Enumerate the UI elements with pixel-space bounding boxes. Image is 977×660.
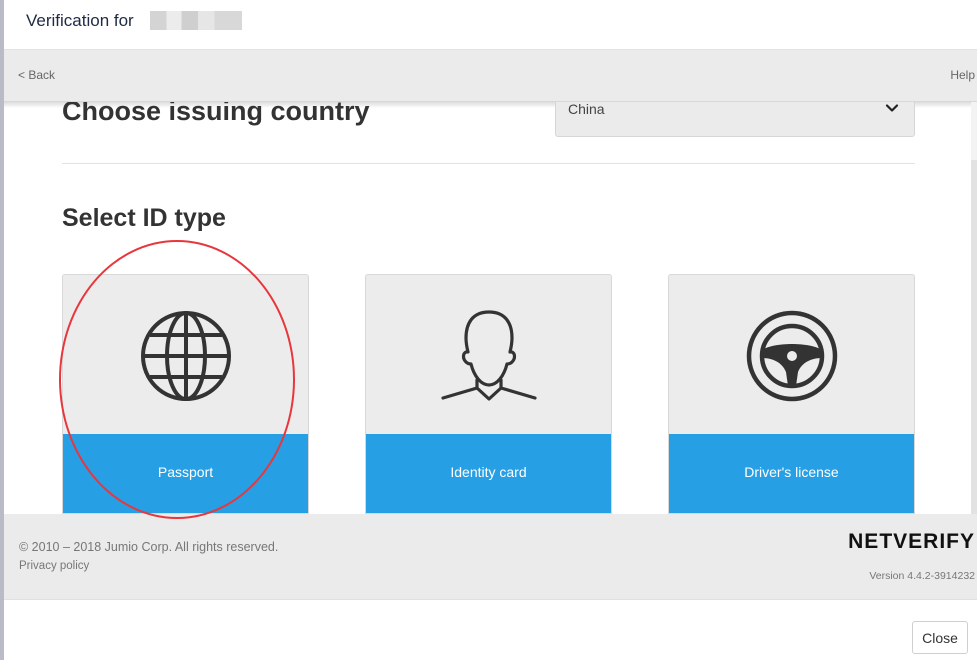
help-link[interactable]: Help [950, 68, 975, 82]
redacted-name [150, 11, 242, 30]
drivers-license-label: Driver's license [744, 464, 839, 480]
header-title: Verification for [26, 11, 134, 30]
id-type-heading: Select ID type [62, 204, 226, 232]
identity-card-label-bar: Identity card [366, 434, 611, 513]
version-text: Version 4.4.2-3914232 [869, 570, 975, 582]
navbar: < Back Help [4, 50, 977, 102]
chevron-down-icon [885, 104, 899, 112]
country-select-value: China [568, 102, 605, 117]
identity-card-label: Identity card [450, 464, 527, 480]
netverify-logo: NETVERIFY [848, 530, 975, 553]
passport-label-bar: Passport [63, 434, 308, 513]
country-heading: Choose issuing country [62, 102, 370, 126]
scrollbar[interactable] [971, 102, 977, 514]
drivers-license-label-bar: Driver's license [669, 434, 914, 513]
content-panel: Choose issuing country China Select ID t… [4, 102, 977, 514]
id-option-passport[interactable]: Passport [62, 274, 309, 514]
privacy-policy-link[interactable]: Privacy policy [19, 560, 89, 572]
header: Verification for [4, 0, 977, 50]
person-icon [441, 310, 537, 401]
close-button[interactable]: Close [912, 621, 968, 654]
copyright-text: © 2010 – 2018 Jumio Corp. All rights res… [19, 540, 279, 554]
footer: © 2010 – 2018 Jumio Corp. All rights res… [4, 514, 977, 600]
section-divider [62, 163, 915, 164]
scrollbar-thumb[interactable] [971, 160, 977, 514]
id-option-identity-card[interactable]: Identity card [365, 274, 612, 514]
passport-label: Passport [157, 464, 214, 480]
country-select[interactable]: China [555, 102, 915, 137]
globe-icon [141, 311, 231, 401]
back-link[interactable]: < Back [18, 68, 55, 82]
steering-wheel-icon [746, 310, 838, 402]
id-option-drivers-license[interactable]: Driver's license [668, 274, 915, 514]
